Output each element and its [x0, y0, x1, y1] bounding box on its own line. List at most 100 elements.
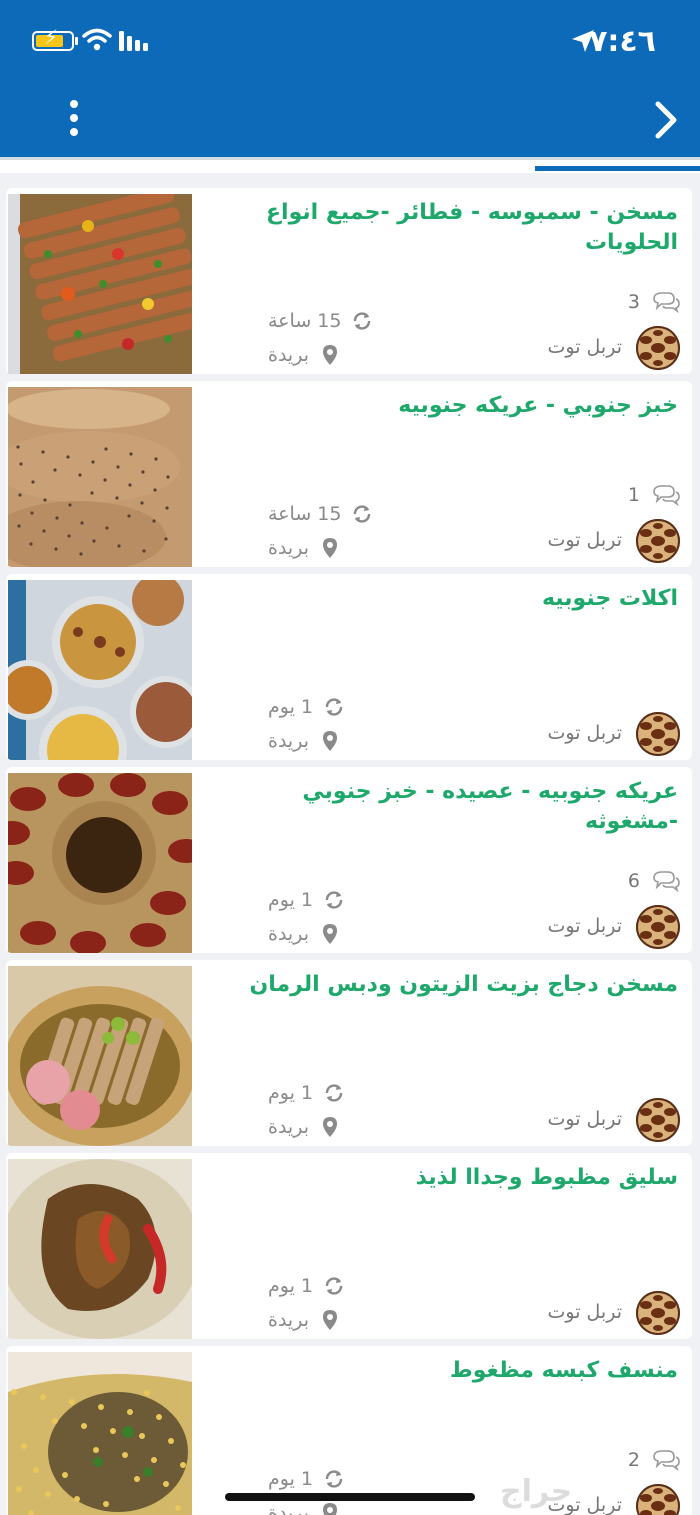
listing-card[interactable]: اكلات جنوبيه تربل توت 1 يوم بريدة: [6, 574, 692, 760]
author-name[interactable]: تربل توت: [548, 915, 622, 937]
listing-title[interactable]: منسف كبسه مظغوط: [208, 1356, 678, 1386]
listing-thumbnail[interactable]: [8, 580, 192, 760]
charging-bolt-icon: ⚡: [44, 25, 59, 49]
comments-icon: [653, 871, 680, 892]
city-text: بريدة: [268, 344, 309, 366]
avatar[interactable]: [636, 905, 680, 949]
location-pin-icon: [323, 924, 337, 944]
refresh-icon: [325, 698, 343, 716]
comments-count: 2: [628, 1448, 680, 1472]
time-ago-text: 1 يوم: [268, 1468, 314, 1490]
listing-thumbnail[interactable]: [8, 194, 192, 374]
listing-card[interactable]: سليق مظبوط وجداا لذيذ تربل توت 1 يوم بريدة: [6, 1153, 692, 1339]
listing-thumbnail[interactable]: [8, 1352, 192, 1515]
refresh-icon: [354, 505, 371, 523]
comments-count-value: 2: [627, 1449, 640, 1471]
listing-city: بريدة: [268, 921, 341, 947]
status-bar: ⚡ ٧:٤٦: [0, 20, 700, 64]
time-ago-text: 15 ساعة: [268, 310, 342, 332]
listing-time: 1 يوم: [268, 1273, 345, 1299]
listing-time: 1 يوم: [268, 1080, 345, 1106]
listing-card[interactable]: مسخن دجاج بزيت الزيتون ودبس الرمان تربل ت…: [6, 960, 692, 1146]
listing-title[interactable]: مسخن - سمبوسه - فطائر -جميع انواع الحلوي…: [208, 198, 678, 258]
comments-count-value: 6: [627, 870, 640, 892]
listing-city: بريدة: [268, 728, 341, 754]
back-chevron-icon[interactable]: [648, 98, 684, 142]
refresh-icon: [325, 1470, 343, 1488]
listing-thumbnail[interactable]: [8, 1159, 192, 1339]
comments-count: 6: [628, 869, 680, 893]
wifi-icon: [82, 28, 112, 51]
listing-thumbnail[interactable]: [8, 387, 192, 567]
listing-title[interactable]: اكلات جنوبيه: [208, 584, 678, 614]
listing-city: بريدة: [268, 342, 341, 368]
listing-city: بريدة: [268, 535, 341, 561]
avatar[interactable]: [636, 519, 680, 563]
location-pin-icon: [323, 1117, 337, 1137]
app-header: ⚡ ٧:٤٦: [0, 0, 700, 157]
listing-card[interactable]: منسف كبسه مظغوط 2 تربل توت 1 يوم بريدة: [6, 1346, 692, 1515]
more-vertical-icon-dot: [70, 100, 78, 108]
listing-thumbnail[interactable]: [8, 773, 192, 953]
refresh-icon: [325, 1277, 343, 1295]
tab-divider: [0, 157, 700, 160]
battery-nub: [75, 37, 78, 45]
listing-card[interactable]: مسخن - سمبوسه - فطائر -جميع انواع الحلوي…: [6, 188, 692, 374]
comments-count-value: 3: [627, 291, 640, 313]
time-ago-text: 1 يوم: [268, 696, 314, 718]
refresh-icon: [325, 891, 343, 909]
time-ago-text: 15 ساعة: [268, 503, 342, 525]
comments-icon: [653, 485, 680, 506]
listing-city: بريدة: [268, 1500, 341, 1515]
author-name[interactable]: تربل توت: [548, 1108, 622, 1130]
listing-time: 15 ساعة: [268, 308, 373, 334]
time-ago-text: 1 يوم: [268, 889, 314, 911]
more-vertical-icon-dot: [70, 114, 78, 122]
location-pin-icon: [323, 731, 337, 751]
listing-time: 1 يوم: [268, 1466, 345, 1492]
time-ago-text: 1 يوم: [268, 1082, 314, 1104]
city-text: بريدة: [268, 923, 309, 945]
active-tab-indicator: [535, 166, 700, 171]
location-pin-icon: [323, 1503, 337, 1515]
city-text: بريدة: [268, 1502, 309, 1515]
status-time: ٧:٤٦: [589, 24, 656, 59]
listing-card[interactable]: عريكه جنوبيه - عصيده - خبز جنوبي -مشغوثه…: [6, 767, 692, 953]
city-text: بريدة: [268, 730, 309, 752]
listing-title[interactable]: سليق مظبوط وجداا لذيذ: [208, 1163, 678, 1193]
more-options-button[interactable]: [60, 98, 90, 142]
comments-count: 1: [628, 483, 680, 507]
avatar[interactable]: [636, 326, 680, 370]
avatar[interactable]: [636, 712, 680, 756]
author-name[interactable]: تربل توت: [548, 722, 622, 744]
location-pin-icon: [323, 1310, 337, 1330]
listing-city: بريدة: [268, 1307, 341, 1333]
listing-city: بريدة: [268, 1114, 341, 1140]
listing-time: 1 يوم: [268, 887, 345, 913]
comments-icon: [653, 292, 680, 313]
comments-count-value: 1: [627, 484, 640, 506]
signal-icon: [119, 31, 148, 51]
listing-title[interactable]: عريكه جنوبيه - عصيده - خبز جنوبي -مشغوثه: [208, 777, 678, 837]
listing-card[interactable]: خبز جنوبي - عريكه جنوبيه 1 تربل توت 15 ساعة…: [6, 381, 692, 567]
location-pin-icon: [323, 345, 337, 365]
listing-title[interactable]: مسخن دجاج بزيت الزيتون ودبس الرمان: [208, 970, 678, 1000]
refresh-icon: [354, 312, 371, 330]
comments-count: 3: [628, 290, 680, 314]
avatar[interactable]: [636, 1098, 680, 1142]
comments-icon: [653, 1450, 680, 1471]
home-indicator[interactable]: [225, 1493, 475, 1501]
listing-thumbnail[interactable]: [8, 966, 192, 1146]
refresh-icon: [325, 1084, 343, 1102]
city-text: بريدة: [268, 1309, 309, 1331]
author-name[interactable]: تربل توت: [548, 336, 622, 358]
author-name[interactable]: تربل توت: [548, 1301, 622, 1323]
location-pin-icon: [323, 538, 337, 558]
avatar[interactable]: [636, 1291, 680, 1335]
city-text: بريدة: [268, 537, 309, 559]
author-name[interactable]: تربل توت: [548, 529, 622, 551]
city-text: بريدة: [268, 1116, 309, 1138]
more-vertical-icon-dot: [70, 128, 78, 136]
listing-title[interactable]: خبز جنوبي - عريكه جنوبيه: [208, 391, 678, 421]
avatar[interactable]: [636, 1484, 680, 1515]
